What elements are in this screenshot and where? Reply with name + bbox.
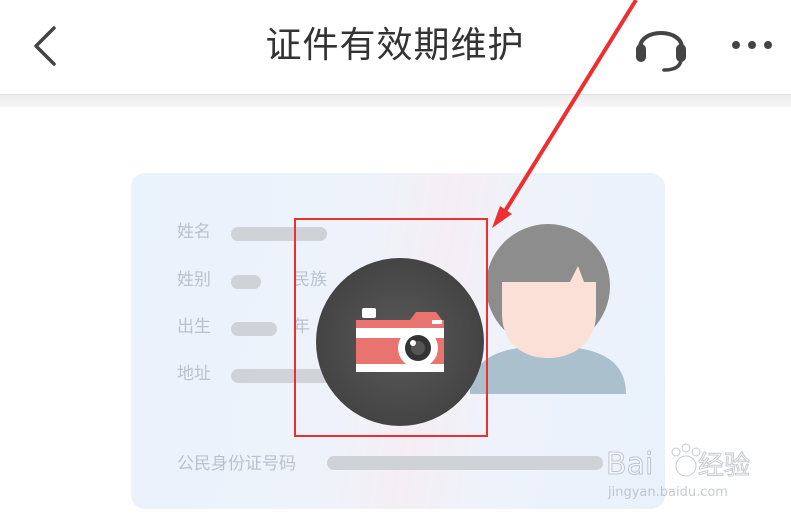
name-label: 姓名	[177, 222, 211, 242]
watermark-brand: Bai	[606, 447, 653, 482]
header-divider	[0, 94, 791, 107]
address-label: 地址	[177, 364, 211, 384]
gender-label: 姓别	[177, 270, 211, 290]
top-nav-bar: 证件有效期维护	[0, 0, 791, 94]
more-dots-icon[interactable]	[728, 30, 776, 60]
id-number-label: 公民身份证号码	[177, 454, 296, 474]
headset-icon[interactable]	[630, 14, 692, 76]
page-title: 证件有效期维护	[265, 25, 525, 66]
gender-placeholder-bar	[231, 275, 261, 289]
person-avatar-icon	[470, 224, 626, 394]
chevron-left-icon[interactable]	[28, 22, 62, 70]
birth-label: 出生	[177, 317, 211, 337]
id-number-placeholder-bar	[327, 456, 603, 470]
watermark-brand-suffix: 经验	[698, 451, 750, 481]
paw-icon	[671, 443, 701, 477]
watermark-url: jingyan.baidu.com	[607, 485, 728, 500]
birth-placeholder-bar	[231, 322, 277, 336]
baidu-jingyan-watermark: Bai 经验 jingyan.baidu.com	[606, 443, 751, 500]
annotation-highlight-box	[294, 218, 488, 437]
